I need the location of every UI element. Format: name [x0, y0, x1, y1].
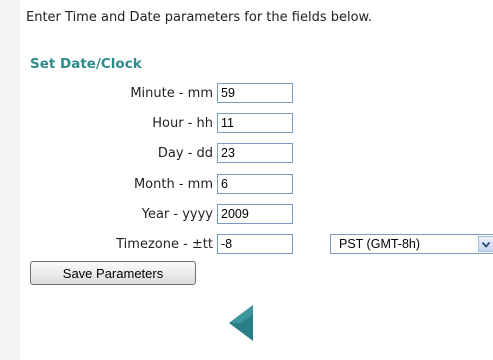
timezone-select-value: PST (GMT-8h): [339, 237, 421, 251]
timezone-select-button[interactable]: [478, 236, 493, 252]
chevron-down-icon: [482, 242, 490, 248]
day-input[interactable]: [217, 143, 293, 163]
section-title: Set Date/Clock: [30, 56, 142, 72]
day-row: Day - dd: [0, 143, 493, 165]
timezone-label: Timezone - ±tt: [116, 237, 213, 252]
day-label: Day - dd: [157, 146, 213, 161]
year-label: Year - yyyy: [141, 207, 213, 222]
month-row: Month - mm: [0, 174, 493, 196]
minute-label: Minute - mm: [130, 86, 213, 101]
year-input[interactable]: [217, 204, 293, 224]
hour-row: Hour - hh: [0, 113, 493, 135]
back-arrow-icon[interactable]: [227, 303, 255, 343]
month-input[interactable]: [217, 174, 293, 194]
year-row: Year - yyyy: [0, 204, 493, 226]
month-label: Month - mm: [133, 177, 213, 192]
timezone-row: Timezone - ±tt PST (GMT-8h): [0, 234, 493, 256]
minute-row: Minute - mm: [0, 83, 493, 105]
hour-label: Hour - hh: [152, 116, 213, 131]
intro-text: Enter Time and Date parameters for the f…: [26, 10, 373, 25]
minute-input[interactable]: [217, 83, 293, 103]
timezone-input[interactable]: [217, 234, 293, 254]
hour-input[interactable]: [217, 113, 293, 133]
save-parameters-button[interactable]: Save Parameters: [30, 261, 196, 285]
timezone-select[interactable]: PST (GMT-8h): [330, 234, 493, 254]
